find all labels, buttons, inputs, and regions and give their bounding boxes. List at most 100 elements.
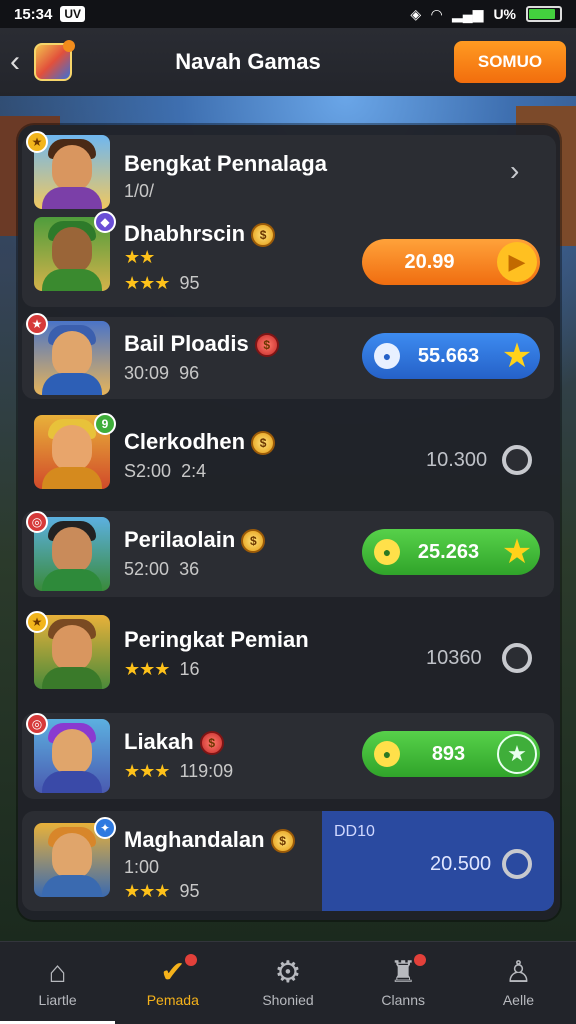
row-title: Clerkodhen $: [124, 429, 276, 456]
nav-item-profile[interactable]: ♙ Aelle: [461, 942, 576, 1024]
row-stats: 30:09 96: [124, 363, 200, 383]
row-title: Peringkat Pemian: [124, 627, 309, 652]
select-circle-button[interactable]: [502, 445, 532, 475]
row-value: 36: [179, 559, 200, 579]
star-rating: ★★: [124, 247, 155, 267]
home-icon: ⌂: [48, 956, 67, 989]
coin-icon: $: [251, 431, 276, 456]
coin-icon: $: [270, 829, 295, 854]
star-icon: ★: [497, 734, 537, 774]
list-item[interactable]: ★ Bail Ploadis $ 30:09 96 ● 55.663 ★: [22, 313, 554, 399]
row-stats: ★★★ 119:09: [124, 761, 233, 782]
row-value: 119:09: [179, 761, 234, 781]
price-pill-button[interactable]: ● 893 ★: [362, 731, 540, 777]
castle-icon: ♜: [389, 956, 417, 989]
row-stats: ★★★ 95: [124, 881, 199, 902]
star-icon: ★: [501, 337, 533, 375]
gem-icon: ●: [374, 741, 400, 767]
nav-label: Clanns: [381, 992, 425, 1008]
row-stats: ★★★ 16: [124, 659, 199, 680]
status-app-badge: UV: [60, 6, 86, 22]
row-stars: ★★: [124, 247, 155, 268]
status-time: 15:34: [14, 5, 53, 23]
avatar: [34, 321, 110, 395]
nav-label: Aelle: [502, 992, 534, 1008]
nav-label: Shonied: [262, 992, 314, 1008]
signal-icon: ▂▄▆: [451, 5, 484, 22]
row-score: 10.300: [426, 449, 488, 471]
list-item[interactable]: ◎ Perilaolain $ 52:00 36 ● 25.263 ★: [22, 511, 554, 597]
row-title: Bengkat Pennalaga: [124, 151, 327, 176]
list-item[interactable]: ★ Peringkat Pemian ★★★ 16 10360: [22, 605, 554, 701]
nav-item-clans[interactable]: ♜ Clanns: [346, 942, 461, 1024]
list-item[interactable]: ◆ Dhabhrscin $ ★★ ★★★ 95 20.99 ▶: [22, 211, 554, 303]
row-title: Liakah $: [124, 729, 224, 756]
pill-value: 25.263: [417, 540, 480, 563]
notification-dot: [413, 954, 426, 966]
status-bar: 15:34 UV ◈ ◠ ▂▄▆ U%: [0, 0, 576, 28]
element-badge-icon: ◆: [94, 211, 116, 233]
list-item[interactable]: 9 Clerkodhen $ S2:00 2:4 10.300: [22, 407, 554, 499]
header-action-button[interactable]: SOMUO: [454, 41, 566, 83]
highlight-card[interactable]: DD10 20.500: [322, 811, 554, 911]
pill-value: 20.99: [404, 250, 455, 273]
star-rating: ★★★: [124, 659, 170, 679]
back-chevron-icon[interactable]: ‹: [10, 45, 30, 79]
rank-badge-icon: ★: [26, 313, 48, 335]
coin-icon: $: [199, 731, 224, 756]
play-icon: ▶: [497, 242, 537, 282]
bottom-navigation: ⌂ Liartle ✔ Pemada ⚙ Shonied ♜ Clanns ♙ …: [0, 941, 576, 1024]
row-value: 16: [179, 659, 200, 679]
row-value: 95: [179, 881, 200, 901]
row-stats: 52:00 36: [124, 559, 200, 579]
row-value: 95: [179, 273, 200, 293]
coin-icon: $: [241, 529, 266, 554]
wifi-icon: ◠: [431, 5, 442, 22]
leaderboard-panel: ★ Bengkat Pennalaga 1/0/ › ◆ Dhabhrscin $…: [18, 125, 560, 920]
star-icon: ★: [501, 533, 533, 571]
gem-icon: ●: [374, 539, 400, 565]
price-pill-button[interactable]: ● 25.263 ★: [362, 529, 540, 575]
star-rating: ★★★: [124, 881, 170, 901]
star-rating: ★★★: [124, 273, 170, 293]
rank-badge-icon: ◎: [26, 713, 48, 735]
select-circle-button[interactable]: [502, 849, 532, 879]
page-title: Navah Gamas: [175, 49, 321, 74]
price-pill-button[interactable]: 20.99 ▶: [362, 239, 540, 285]
list-item[interactable]: ★ Bengkat Pennalaga 1/0/ ›: [22, 131, 554, 211]
gem-icon: ●: [374, 343, 400, 369]
nav-label: Pemada: [146, 992, 199, 1008]
chevron-right-icon[interactable]: ›: [510, 155, 519, 187]
coin-icon: $: [254, 333, 279, 358]
nav-label: Liartle: [38, 992, 77, 1008]
rank-badge-icon: ◎: [26, 511, 48, 533]
game-logo-icon[interactable]: [34, 40, 75, 81]
row-subtitle: 1/0/: [124, 181, 155, 201]
rank-badge-icon: ★: [26, 611, 48, 633]
rank-badge-icon: ★: [26, 131, 48, 153]
row-value: 96: [179, 363, 200, 383]
trophy-icon: ✔: [160, 956, 186, 989]
vibrate-icon: ◈: [410, 5, 422, 22]
select-circle-button[interactable]: [502, 643, 532, 673]
battery-icon: [526, 6, 562, 22]
app-header: ‹ Navah Gamas SOMUO: [0, 28, 576, 96]
nav-item-trophy[interactable]: ✔ Pemada: [115, 942, 230, 1024]
gear-icon: ⚙: [274, 956, 302, 989]
row-time: 1:00: [124, 857, 160, 877]
nav-item-settings[interactable]: ⚙ Shonied: [230, 942, 345, 1024]
card-label: DD10: [334, 823, 375, 840]
row-score: 10360: [426, 647, 482, 669]
profile-icon: ♙: [504, 956, 532, 989]
element-badge-icon: 9: [94, 413, 116, 435]
price-pill-button[interactable]: ● 55.663 ★: [362, 333, 540, 379]
list-item[interactable]: ✦ Maghandalan $ 1:00 ★★★ 95 DD10 20.500: [22, 811, 554, 911]
pill-value: 893: [431, 742, 466, 765]
battery-text: U%: [493, 6, 516, 22]
list-item[interactable]: ◎ Liakah $ ★★★ 119:09 ● 893 ★: [22, 713, 554, 799]
nav-item-home[interactable]: ⌂ Liartle: [0, 942, 115, 1024]
star-rating: ★★★: [124, 761, 170, 781]
pill-value: 55.663: [417, 344, 480, 367]
row-title: Bail Ploadis $: [124, 331, 279, 358]
element-badge-icon: ✦: [94, 817, 116, 839]
